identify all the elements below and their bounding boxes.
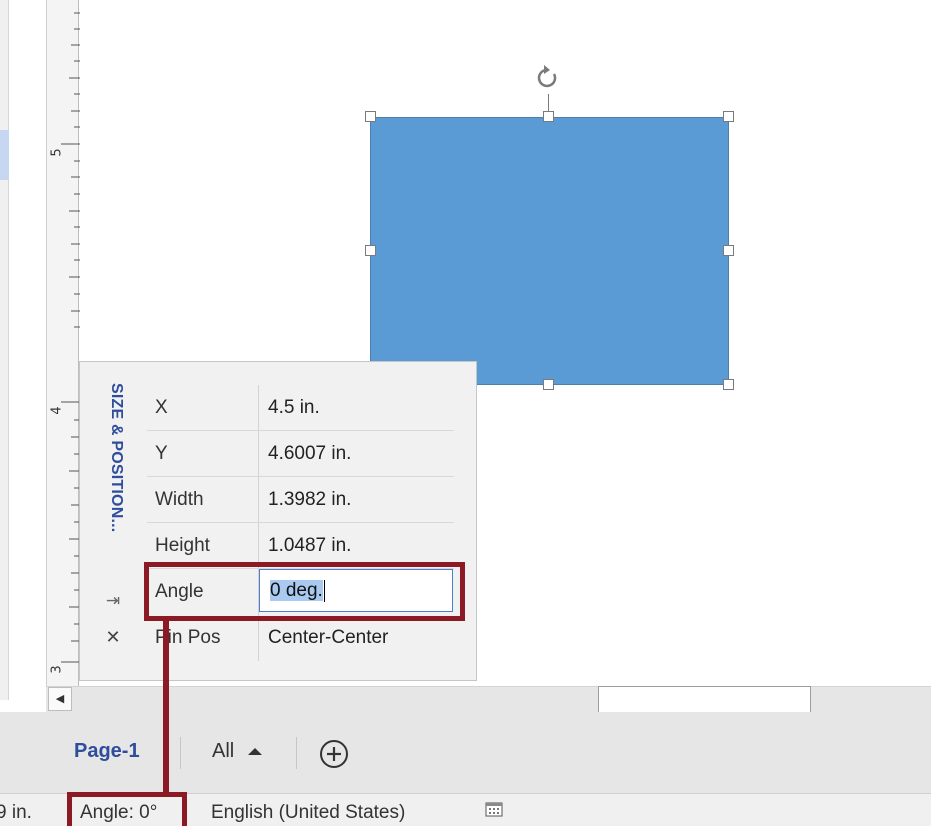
annotation-box-angle-field <box>144 562 465 621</box>
status-position[interactable]: 9 in. <box>0 802 32 824</box>
visio-canvas-window: 5 4 3 SIZE & POSITION... ⇥ ✕ X 4.5 in. Y… <box>0 0 931 826</box>
tab-separator <box>296 737 297 769</box>
pin-icon[interactable]: ⇥ <box>103 591 123 611</box>
ruler-label-5: 5 <box>49 148 65 157</box>
resize-handle-top-left[interactable] <box>365 111 376 122</box>
annotation-box-status-angle <box>67 792 187 826</box>
status-language[interactable]: English (United States) <box>211 802 405 824</box>
row-separator <box>258 615 259 661</box>
resize-handle-right[interactable] <box>723 245 734 256</box>
width-value[interactable]: 1.3982 in. <box>268 477 351 523</box>
panel-title[interactable]: SIZE & POSITION... <box>101 383 125 578</box>
pin-pos-value[interactable]: Center-Center <box>268 615 388 661</box>
row-width: Width 1.3982 in. <box>147 477 454 523</box>
annotation-connector <box>163 621 169 796</box>
left-strip-highlight <box>0 130 9 180</box>
tab-separator <box>180 737 181 769</box>
row-separator <box>258 431 259 477</box>
scroll-left-icon[interactable]: ◀ <box>48 687 72 711</box>
tab-page-1[interactable]: Page-1 <box>74 740 140 763</box>
resize-handle-bottom[interactable] <box>543 379 554 390</box>
rotate-handle-icon[interactable] <box>533 62 563 94</box>
row-pin-pos: Pin Pos Center-Center <box>147 615 454 661</box>
all-pages-button[interactable]: All <box>212 740 234 763</box>
x-label: X <box>155 397 168 418</box>
ruler-label-4: 4 <box>49 406 65 415</box>
row-x: X 4.5 in. <box>147 385 454 431</box>
x-value[interactable]: 4.5 in. <box>268 385 320 431</box>
macro-record-icon[interactable] <box>484 799 504 819</box>
ruler-ticks <box>61 12 80 663</box>
row-y: Y 4.6007 in. <box>147 431 454 477</box>
scrollbar-thumb[interactable] <box>598 686 811 714</box>
caret-up-icon <box>248 748 262 755</box>
resize-handle-bottom-right[interactable] <box>723 379 734 390</box>
y-label: Y <box>155 443 168 464</box>
resize-handle-top[interactable] <box>543 111 554 122</box>
ruler-label-3: 3 <box>49 665 65 674</box>
rectangle-shape[interactable] <box>370 117 729 385</box>
resize-handle-left[interactable] <box>365 245 376 256</box>
plus-circle-icon[interactable] <box>318 738 350 770</box>
resize-handle-top-right[interactable] <box>723 111 734 122</box>
width-label: Width <box>155 489 204 510</box>
y-value[interactable]: 4.6007 in. <box>268 431 351 477</box>
left-edge-strip <box>0 0 9 700</box>
vertical-ruler[interactable]: 5 4 3 <box>46 0 80 686</box>
row-separator <box>258 385 259 431</box>
row-separator <box>258 477 259 523</box>
panel-title-text: SIZE & POSITION... <box>108 383 125 533</box>
page-tabs-bar <box>0 712 931 793</box>
close-icon[interactable]: ✕ <box>103 628 123 648</box>
